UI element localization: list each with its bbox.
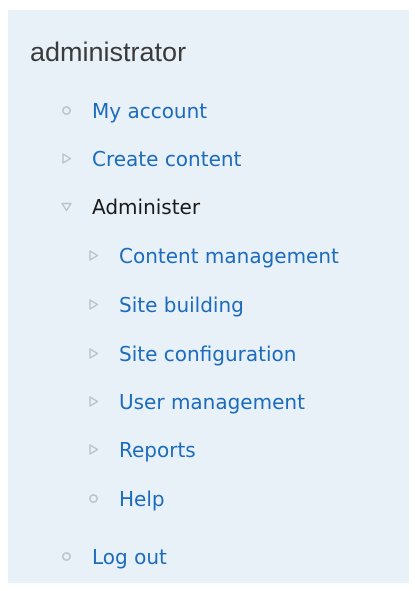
menu-link-site-configuration[interactable]: Site configuration [119, 334, 296, 374]
menu-link-user-management[interactable]: User management [119, 382, 305, 422]
triangle-right-icon [60, 152, 73, 165]
leaf-bullet-icon [60, 104, 73, 117]
menu-link-reports[interactable]: Reports [119, 430, 196, 470]
triangle-right-icon [87, 443, 100, 456]
triangle-right-icon [87, 249, 100, 262]
triangle-right-icon [87, 347, 100, 360]
triangle-right-icon [87, 298, 100, 311]
triangle-down-icon [60, 200, 73, 213]
block-title: administrator [30, 37, 187, 67]
menu-link-help[interactable]: Help [119, 479, 165, 519]
menu-link-log-out[interactable]: Log out [92, 537, 167, 577]
menu-link-site-building[interactable]: Site building [119, 285, 244, 325]
triangle-right-icon [87, 395, 100, 408]
menu-link-content-management[interactable]: Content management [119, 236, 339, 276]
leaf-bullet-icon [87, 492, 100, 505]
user-navigation-block: administrator My account Create content … [8, 10, 409, 583]
menu-link-administer[interactable]: Administer [92, 187, 200, 227]
leaf-bullet-icon [60, 550, 73, 563]
menu-link-my-account[interactable]: My account [92, 91, 207, 131]
menu-link-create-content[interactable]: Create content [92, 139, 241, 179]
